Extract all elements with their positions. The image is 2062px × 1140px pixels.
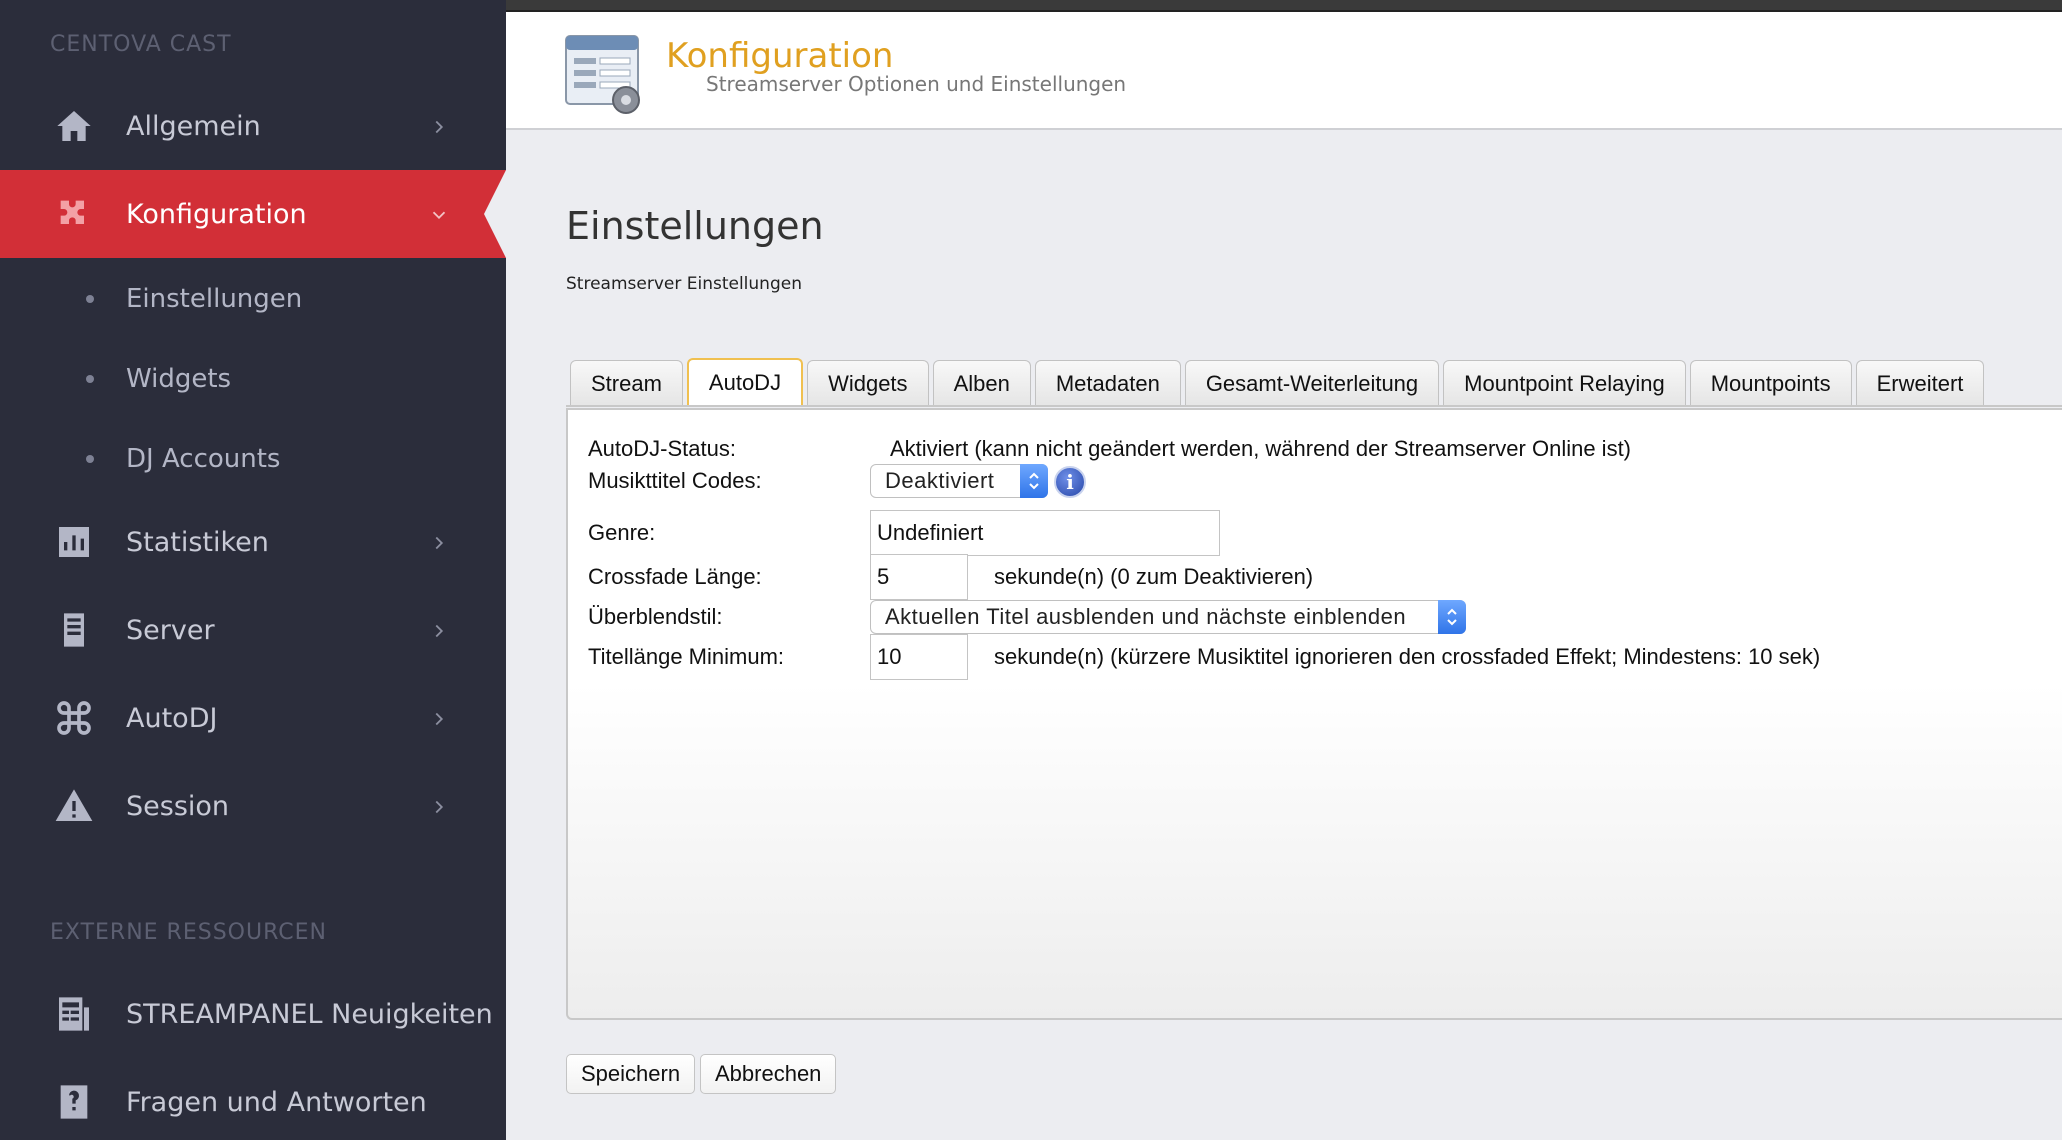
- tab-divider: [566, 405, 2062, 407]
- sidebar-item-label: Konfiguration: [126, 198, 307, 230]
- sidebar-subitem-dj-accounts[interactable]: DJ Accounts: [0, 424, 506, 494]
- server-icon: [52, 608, 96, 652]
- warning-icon: [52, 784, 96, 828]
- config-window-icon: [564, 30, 646, 118]
- sidebar: CENTOVA CAST Allgemein Konfiguration Ein…: [0, 0, 506, 1140]
- puzzle-icon: [52, 192, 96, 236]
- crossfade-hint: sekunde(n) (0 zum Deaktivieren): [994, 564, 1314, 589]
- min-length-input[interactable]: 10: [870, 634, 968, 680]
- tab-alben[interactable]: Alben: [932, 360, 1031, 406]
- chevron-right-icon: [428, 794, 450, 816]
- sidebar-subitem-einstellungen[interactable]: Einstellungen: [0, 264, 506, 334]
- minlen-hint: sekunde(n) (kürzere Musiktitel ignoriere…: [994, 644, 1821, 669]
- sidebar-item-server[interactable]: Server: [0, 586, 506, 674]
- tab-autodj[interactable]: AutoDJ: [686, 358, 804, 406]
- style-select-value: Aktuellen Titel ausblenden und nächste e…: [885, 604, 1407, 629]
- sidebar-item-allgemein[interactable]: Allgemein: [0, 82, 506, 170]
- tab-stream[interactable]: Stream: [570, 360, 683, 406]
- sidebar-subitem-label: Einstellungen: [126, 284, 303, 314]
- home-icon: [52, 104, 96, 148]
- select-stepper-icon: [1438, 600, 1466, 634]
- style-label: Überblendstil:: [588, 604, 723, 629]
- header-title: Konfiguration: [666, 36, 894, 76]
- tab-gesamt-weiterleitung[interactable]: Gesamt-Weiterleitung: [1184, 360, 1440, 406]
- sidebar-item-session[interactable]: Session: [0, 762, 506, 850]
- autodj-settings-panel: AutoDJ-Status: Aktiviert (kann nicht geä…: [566, 408, 2062, 1020]
- genre-input[interactable]: Undefiniert: [870, 510, 1220, 556]
- minlen-label: Titellänge Minimum:: [588, 644, 785, 669]
- bullet-icon: [86, 295, 94, 303]
- sidebar-item-label: Fragen und Antworten: [126, 1086, 427, 1118]
- active-indicator: [484, 170, 506, 258]
- command-icon: [52, 696, 96, 740]
- codes-select-value: Deaktiviert: [885, 468, 995, 493]
- sidebar-item-streampanel-news[interactable]: STREAMPANEL Neuigkeiten: [0, 970, 506, 1058]
- sidebar-item-autodj[interactable]: AutoDJ: [0, 674, 506, 762]
- page-header: Konfiguration Streamserver Optionen und …: [506, 12, 2062, 130]
- tab-mountpoint-relaying[interactable]: Mountpoint Relaying: [1443, 360, 1686, 406]
- tab-mountpoints[interactable]: Mountpoints: [1689, 360, 1852, 406]
- tab-erweitert[interactable]: Erweitert: [1855, 360, 1985, 406]
- chevron-right-icon: [428, 706, 450, 728]
- save-button[interactable]: Speichern: [566, 1054, 696, 1094]
- bullet-icon: [86, 455, 94, 463]
- page-subtitle: Streamserver Einstellungen: [566, 274, 802, 294]
- cancel-button[interactable]: Abbrechen: [700, 1054, 837, 1094]
- newspaper-icon: [52, 992, 96, 1036]
- bar-chart-icon: [52, 520, 96, 564]
- crossfade-style-select[interactable]: Aktuellen Titel ausblenden und nächste e…: [870, 600, 1466, 634]
- chevron-right-icon: [428, 618, 450, 640]
- chevron-right-icon: [428, 530, 450, 552]
- info-icon[interactable]: i: [1054, 466, 1086, 498]
- external-section-label: EXTERNE RESSOURCEN: [50, 920, 328, 945]
- sidebar-item-label: Statistiken: [126, 526, 269, 558]
- sidebar-item-label: AutoDJ: [126, 702, 218, 734]
- page-title: Einstellungen: [566, 204, 824, 248]
- help-icon: [52, 1080, 96, 1124]
- status-label: AutoDJ-Status:: [588, 436, 736, 461]
- sidebar-item-label: Server: [126, 614, 215, 646]
- crossfade-label: Crossfade Länge:: [588, 564, 762, 589]
- chevron-down-icon: [428, 202, 450, 224]
- genre-label: Genre:: [588, 520, 656, 545]
- select-stepper-icon: [1020, 464, 1048, 498]
- tab-bar: Stream AutoDJ Widgets Alben Metadaten Ge…: [570, 358, 1985, 406]
- sidebar-subitem-widgets[interactable]: Widgets: [0, 344, 506, 414]
- sidebar-item-label: Session: [126, 790, 230, 822]
- top-bar: [506, 0, 2062, 12]
- codes-select[interactable]: Deaktiviert: [870, 464, 1048, 498]
- sidebar-item-label: Allgemein: [126, 110, 261, 142]
- sidebar-item-label: STREAMPANEL Neuigkeiten: [126, 998, 493, 1030]
- sidebar-item-konfiguration[interactable]: Konfiguration: [0, 170, 506, 258]
- bullet-icon: [86, 375, 94, 383]
- status-value: Aktiviert (kann nicht geändert werden, w…: [890, 436, 1632, 461]
- tab-widgets[interactable]: Widgets: [807, 360, 929, 406]
- sidebar-subitem-label: DJ Accounts: [126, 444, 281, 474]
- sidebar-item-faq[interactable]: Fragen und Antworten: [0, 1058, 506, 1140]
- crossfade-input[interactable]: 5: [870, 554, 968, 600]
- brand-label: CENTOVA CAST: [50, 32, 232, 57]
- header-subtitle: Streamserver Optionen und Einstellungen: [706, 72, 1127, 96]
- sidebar-subitem-label: Widgets: [126, 364, 232, 394]
- chevron-right-icon: [428, 114, 450, 136]
- tab-metadaten[interactable]: Metadaten: [1034, 360, 1181, 406]
- codes-label: Musikttitel Codes:: [588, 468, 762, 493]
- sidebar-item-statistiken[interactable]: Statistiken: [0, 498, 506, 586]
